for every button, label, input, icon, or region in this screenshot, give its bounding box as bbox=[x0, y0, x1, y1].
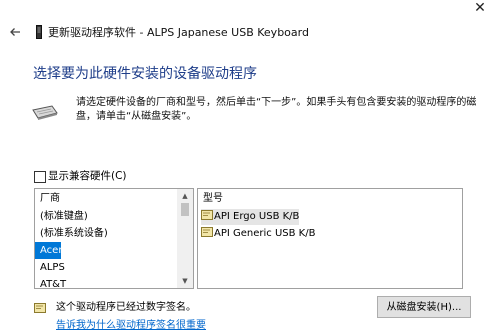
back-arrow-icon[interactable] bbox=[8, 25, 22, 39]
manufacturer-item[interactable]: (标准键盘) bbox=[35, 208, 177, 225]
instruction-text: 请选定硬件设备的厂商和型号，然后单击“下一步”。如果手头有包含要安装的驱动程序的… bbox=[76, 97, 477, 122]
scroll-up-icon[interactable]: ▲ bbox=[177, 189, 193, 203]
manufacturer-scrollbar[interactable]: ▲ ▼ bbox=[177, 189, 193, 288]
show-compatible-label[interactable]: 显示兼容硬件(C) bbox=[48, 170, 127, 183]
model-header: 型号 bbox=[203, 193, 223, 204]
window-title: 更新驱动程序软件 - ALPS Japanese USB Keyboard bbox=[48, 26, 309, 39]
manufacturer-item[interactable]: (标准系统设备) bbox=[35, 225, 177, 242]
certificate-icon bbox=[201, 227, 213, 237]
scroll-down-icon[interactable]: ▼ bbox=[177, 274, 193, 288]
have-disk-button[interactable]: 从磁盘安装(H)... bbox=[377, 296, 471, 318]
keyboard-icon bbox=[32, 105, 58, 120]
manufacturer-item[interactable]: AT&T bbox=[35, 276, 177, 288]
signature-status-text: 这个驱动程序已经过数字签名。 bbox=[56, 302, 196, 313]
show-compatible-checkbox[interactable] bbox=[34, 171, 46, 183]
manufacturer-item[interactable]: ALPS bbox=[35, 259, 177, 276]
certificate-icon bbox=[34, 303, 46, 313]
manufacturer-item-selected[interactable]: Acer bbox=[35, 242, 62, 259]
model-item[interactable]: API Generic USB K/B bbox=[201, 226, 315, 242]
close-button[interactable]: ✕ bbox=[470, 0, 490, 16]
model-item-selected[interactable]: API Ergo USB K/B bbox=[201, 209, 300, 225]
signing-info-link[interactable]: 告诉我为什么驱动程序签名很重要 bbox=[56, 320, 206, 332]
model-item-label: API Ergo USB K/B bbox=[214, 211, 300, 222]
manufacturer-list[interactable]: 厂商 (标准键盘) (标准系统设备) Acer ALPS AT&T ▲ ▼ bbox=[34, 188, 194, 289]
manufacturer-header: 厂商 bbox=[40, 193, 60, 204]
page-heading: 选择要为此硬件安装的设备驱动程序 bbox=[33, 66, 257, 82]
manufacturer-items: (标准键盘) (标准系统设备) Acer ALPS AT&T bbox=[35, 208, 177, 288]
device-icon bbox=[36, 25, 42, 39]
scroll-thumb[interactable] bbox=[181, 203, 189, 216]
model-item-label: API Generic USB K/B bbox=[214, 228, 316, 239]
certificate-icon bbox=[201, 210, 213, 220]
model-list[interactable]: 型号 API Ergo USB K/B API Generic USB K/B bbox=[197, 188, 463, 289]
